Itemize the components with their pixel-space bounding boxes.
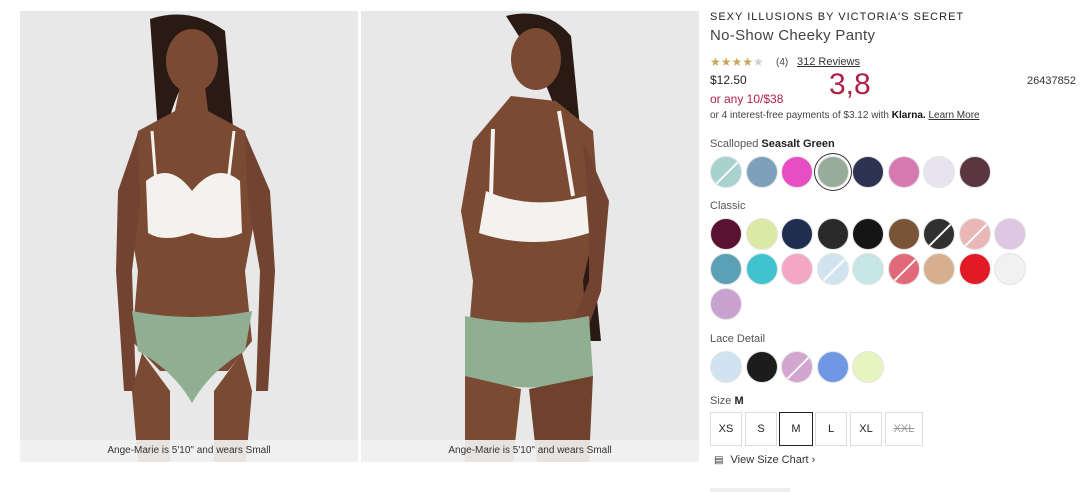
size-option-l[interactable]: L — [815, 412, 847, 446]
color-swatch-aqua[interactable] — [745, 253, 778, 285]
filled-stars-icon: ★★★★ — [710, 55, 754, 69]
color-swatch-red-floral-slash[interactable] — [887, 253, 920, 285]
color-swatch-pink[interactable] — [781, 156, 813, 188]
color-swatch-pink-print-slash[interactable] — [958, 218, 991, 250]
color-swatch-light-blue-slash[interactable] — [816, 253, 849, 285]
color-swatch-cornflower[interactable] — [816, 351, 849, 383]
color-swatch-lime[interactable] — [745, 218, 778, 250]
klarna-learn-more-link[interactable]: Learn More — [928, 110, 979, 121]
color-swatch-pastel-tie-dye[interactable] — [852, 253, 884, 285]
color-swatch-orchid[interactable] — [710, 288, 742, 320]
view-size-chart-link[interactable]: ▤ View Size Chart › — [714, 454, 815, 466]
color-swatch-pink-stripe[interactable] — [781, 253, 813, 285]
color-swatch-burgundy[interactable] — [710, 218, 742, 250]
scalloped-color-label: Scalloped Seasalt Green — [710, 138, 835, 150]
color-swatch-light-blue[interactable] — [710, 351, 742, 383]
selected-color-name: Seasalt Green — [761, 138, 835, 150]
multi-buy-offer[interactable]: or any 10/$38 — [710, 92, 783, 106]
chevron-right-icon: › — [811, 454, 816, 466]
color-swatch-pink-leopard[interactable] — [887, 156, 920, 188]
unavailable-slash-icon — [960, 220, 990, 249]
size-chart-label: View Size Chart — [730, 454, 809, 466]
lace-color-label: Lace Detail — [710, 333, 766, 345]
color-swatch-dark-floral[interactable] — [958, 156, 991, 188]
selected-size: M — [734, 395, 744, 407]
product-brand[interactable]: SEXY ILLUSIONS BY VICTORIA'S SECRET — [710, 11, 964, 23]
color-swatch-navy[interactable] — [781, 218, 813, 250]
size-option-xs[interactable]: XS — [710, 412, 742, 446]
size-label: Size M — [710, 395, 744, 407]
reviews-link[interactable]: 312 Reviews — [797, 56, 860, 68]
classic-color-label: Classic — [710, 200, 746, 212]
size-option-m[interactable]: M — [779, 412, 813, 446]
color-swatch-lavender-tie-dye[interactable] — [994, 218, 1026, 250]
color-swatch-pink-purple-slash[interactable] — [781, 351, 813, 383]
color-swatch-black[interactable] — [852, 218, 884, 250]
color-swatch-white-floral[interactable] — [923, 156, 955, 188]
color-swatch-black-lace[interactable] — [745, 351, 778, 383]
ruler-icon: ▤ — [714, 455, 724, 466]
color-swatch-navy-floral[interactable] — [852, 156, 884, 188]
unavailable-slash-icon — [818, 255, 848, 284]
product-price: $12.50 — [710, 73, 747, 87]
model-front-illustration — [20, 11, 358, 462]
model-back-illustration — [361, 11, 699, 462]
unavailable-slash-icon — [889, 255, 919, 284]
color-swatch-white[interactable] — [994, 253, 1026, 285]
overlay-number: 3,8 — [829, 68, 871, 101]
color-swatch-black-print-slash[interactable] — [923, 218, 955, 250]
product-image-back[interactable]: Ange-Marie is 5'10" and wears Small — [361, 11, 699, 462]
klarna-payment-info: or 4 interest-free payments of $3.12 wit… — [710, 110, 980, 121]
product-title: No-Show Cheeky Panty — [710, 27, 876, 44]
product-sku: 26437852 — [1027, 75, 1076, 87]
product-image-front[interactable]: Ange-Marie is 5'10" and wears Small — [20, 11, 358, 462]
klarna-logo: Klarna. — [891, 110, 926, 121]
klarna-text: or 4 interest-free payments of $3.12 wit… — [710, 110, 889, 121]
size-option-s[interactable]: S — [745, 412, 777, 446]
color-swatch-blue-leopard[interactable] — [710, 253, 742, 285]
unavailable-slash-icon — [783, 353, 812, 382]
color-swatch-leopard[interactable] — [887, 218, 920, 250]
color-swatch-black-dot[interactable] — [816, 218, 849, 250]
unavailable-slash-icon — [925, 220, 954, 249]
unavailable-slash-icon — [712, 158, 741, 187]
color-swatch-seasalt-green[interactable] — [816, 156, 849, 188]
rating-count: (4) — [776, 57, 789, 68]
image-caption: Ange-Marie is 5'10" and wears Small — [20, 440, 358, 462]
color-swatch-red[interactable] — [958, 253, 991, 285]
scalloped-label-prefix: Scalloped — [710, 138, 759, 150]
color-swatch-pale-lime[interactable] — [852, 351, 884, 383]
rating-stars[interactable]: ★★★★★ — [710, 55, 764, 69]
image-caption: Ange-Marie is 5'10" and wears Small — [361, 440, 699, 462]
color-swatch-nude[interactable] — [923, 253, 955, 285]
size-label-text: Size — [710, 395, 732, 407]
empty-star-icon: ★ — [753, 55, 764, 69]
color-swatch-blue-gray[interactable] — [745, 156, 778, 188]
cut-off-button — [710, 488, 790, 492]
size-option-xl[interactable]: XL — [850, 412, 882, 446]
color-swatch-mint-slash[interactable] — [710, 156, 742, 188]
size-option-xxl[interactable]: XXL — [885, 412, 923, 446]
